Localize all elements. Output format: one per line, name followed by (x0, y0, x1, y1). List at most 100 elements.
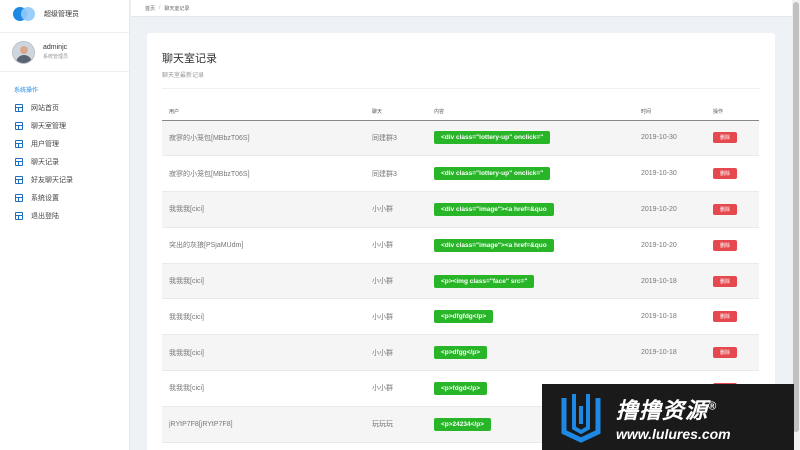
avatar (12, 40, 35, 64)
cell-content: <div class="image"><a href=&quo (427, 191, 634, 228)
sidebar-item-logout[interactable]: 退出登陆 (0, 207, 129, 225)
sidebar-item-settings[interactable]: 系统设置 (0, 189, 129, 207)
cell-content: <div class="image"><a href=&quo (427, 227, 634, 264)
content-badge: <p>fdgd</p> (434, 381, 488, 395)
cell-user: 寂寥的小笼包[MBbzT06S] (162, 120, 365, 157)
sidebar-item-chatroom[interactable]: 聊天室管理 (0, 117, 129, 135)
table-icon (15, 176, 23, 184)
sidebar-item-users[interactable]: 用户管理 (0, 135, 129, 153)
table-header-row: 用户 聊天 内容 时间 操作 (162, 103, 759, 121)
breadcrumb-separator: / (159, 5, 161, 11)
watermark-url: www.lulures.com (616, 425, 731, 442)
content-badge: <div class="lottery-up" onclick=" (434, 167, 551, 181)
delete-button[interactable]: 删除 (713, 132, 737, 144)
cell-action: 删除 (706, 155, 759, 193)
cell-action: 删除 (706, 191, 759, 228)
cell-chat: 小小群 (365, 191, 427, 228)
cell-action: 删除 (706, 298, 759, 336)
sidebar-item-label: 系统设置 (31, 195, 59, 202)
header-chat: 聊天 (365, 103, 427, 121)
table-row: 寂寥的小笼包[MBbzT06S] 同建群3 <div class="lottery-… (162, 155, 759, 193)
user-role: 系统管理员 (43, 54, 69, 60)
cell-time: 2019-10-30 (634, 120, 706, 157)
cell-user: 我我我[cici] (162, 191, 365, 228)
cell-user: 我我我[cici] (162, 298, 365, 336)
delete-button[interactable]: 删除 (713, 203, 737, 215)
cell-user: jRYtP7F8[jRYtP7F8] (162, 406, 365, 443)
cell-action: 删除 (706, 227, 759, 264)
content-badge: <p><img class="face" src=" (434, 274, 535, 288)
content-badge: <div class="image"><a href=&quo (434, 238, 554, 252)
brand[interactable]: 超级管理员 (0, 0, 129, 28)
cell-time: 2019-10-30 (634, 155, 706, 193)
cell-chat: 小小群 (365, 370, 427, 407)
cell-content: <p><img class="face" src=" (427, 263, 634, 300)
table-icon (15, 158, 23, 166)
sidebar-item-label: 好友聊天记录 (31, 177, 73, 184)
divider (162, 88, 760, 89)
table-row: 我我我[cici] 小小群 <p>dfgfdg</p> 2019-10-18 删除 (162, 298, 759, 336)
table-row: 我我我[cici] 小小群 <div class="image"><a href=&… (162, 191, 759, 228)
breadcrumb: 首页 / 聊天室记录 (131, 0, 792, 17)
nav-section-title: 系统操作 (14, 88, 39, 94)
table-icon (15, 194, 23, 202)
delete-button[interactable]: 删除 (713, 168, 737, 180)
cell-time: 2019-10-20 (634, 191, 706, 228)
sidebar-item-label: 聊天室管理 (31, 123, 66, 130)
header-time: 时间 (634, 103, 706, 121)
cell-content: <div class="lottery-up" onclick=" (427, 155, 634, 193)
breadcrumb-home[interactable]: 首页 (145, 5, 155, 12)
scrollbar-thumb[interactable] (793, 2, 799, 432)
table-row: 我我我[cici] 小小群 <p>dfgg</p> 2019-10-18 删除 (162, 334, 759, 372)
header-content: 内容 (427, 103, 634, 121)
table-icon (15, 140, 23, 148)
table-row: 寂寥的小笼包[MBbzT06S] 同建群3 <div class="lottery-… (162, 120, 759, 157)
cell-action: 删除 (706, 334, 759, 372)
user-profile[interactable]: adminjc 系统管理员 (0, 32, 129, 72)
sidebar-item-label: 用户管理 (31, 141, 59, 148)
sidebar-item-label: 聊天记录 (31, 159, 59, 166)
user-name: adminjc (43, 44, 68, 51)
page-subtitle: 聊天室最新记录 (162, 73, 205, 79)
cell-content: <p>dfgfdg</p> (427, 298, 634, 336)
watermark-mark: ® (708, 400, 718, 413)
sidebar: 超级管理员 adminjc 系统管理员 系统操作 网站首页 聊天室管理 用户管理… (0, 0, 130, 450)
brand-logo-icon (13, 7, 37, 21)
cell-content: <div class="lottery-up" onclick=" (427, 120, 634, 157)
cell-action: 删除 (706, 263, 759, 300)
cell-time: 2019-10-18 (634, 334, 706, 372)
sidebar-item-friend-records[interactable]: 好友聊天记录 (0, 171, 129, 189)
header-user: 用户 (162, 103, 365, 121)
delete-button[interactable]: 删除 (713, 347, 737, 359)
delete-button[interactable]: 删除 (713, 311, 737, 323)
table-row: 我我我[cici] 小小群 <p><img class="face" src=" 20… (162, 263, 759, 300)
content-badge: <p>24234</p> (434, 417, 492, 431)
scrollbar[interactable] (792, 0, 800, 450)
table-row: 突出的灰狼[PSjaMUdm] 小小群 <div class="image"><a … (162, 227, 759, 264)
cell-chat: 小小群 (365, 298, 427, 336)
watermark: 撸撸资源® www.lulures.com (542, 384, 794, 450)
cell-chat: 同建群3 (365, 120, 427, 157)
cell-time: 2019-10-20 (634, 227, 706, 264)
cell-user: 我我我[cici] (162, 370, 365, 407)
table-icon (15, 122, 23, 130)
content-badge: <p>dfgg</p> (434, 346, 488, 360)
cell-content: <p>dfgg</p> (427, 334, 634, 372)
delete-button[interactable]: 删除 (713, 239, 737, 251)
cell-time: 2019-10-18 (634, 263, 706, 300)
watermark-logo-icon (561, 394, 601, 443)
table-icon (15, 212, 23, 220)
table-icon (15, 104, 23, 112)
cell-time: 2019-10-18 (634, 298, 706, 336)
cell-action: 删除 (706, 120, 759, 157)
delete-button[interactable]: 删除 (713, 275, 737, 287)
sidebar-item-home[interactable]: 网站首页 (0, 99, 129, 117)
sidebar-item-label: 退出登陆 (31, 213, 59, 220)
sidebar-item-chat-records[interactable]: 聊天记录 (0, 153, 129, 171)
watermark-title: 撸撸资源 (616, 397, 709, 423)
cell-chat: 小小群 (365, 227, 427, 264)
cell-user: 突出的灰狼[PSjaMUdm] (162, 227, 365, 264)
cell-chat: 小小群 (365, 263, 427, 300)
header-action: 操作 (706, 103, 759, 121)
cell-chat: 同建群3 (365, 155, 427, 193)
